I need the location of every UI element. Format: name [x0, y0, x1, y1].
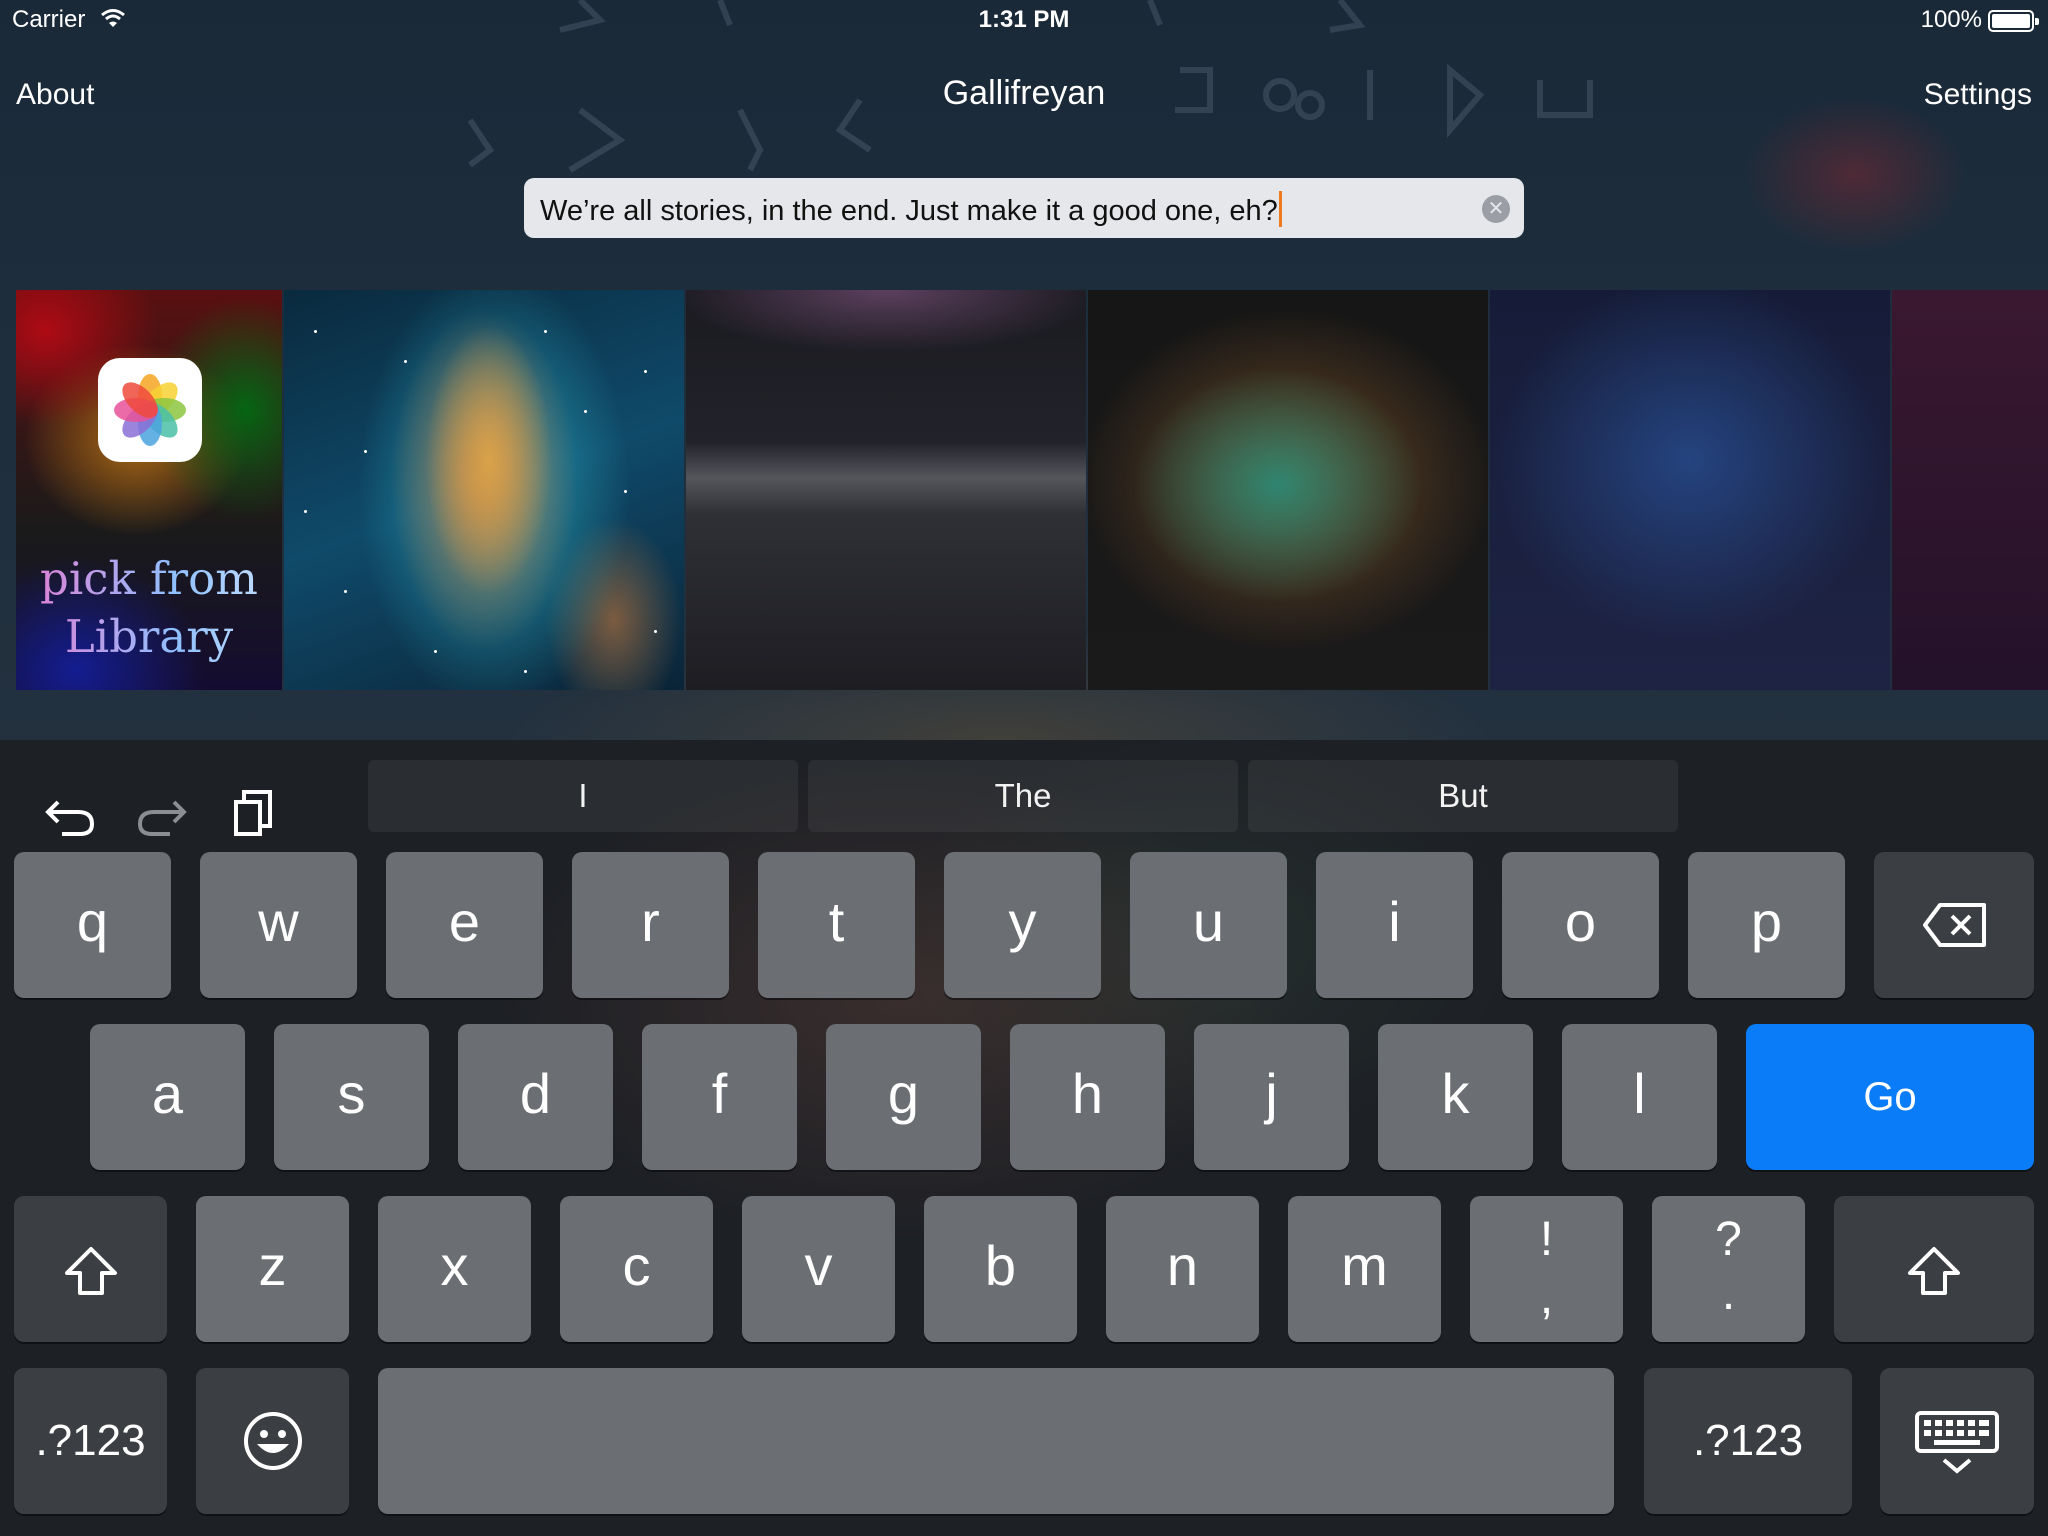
keyboard-dismiss-icon	[1915, 1411, 1999, 1474]
undo-icon[interactable]	[40, 780, 100, 840]
page-title: Gallifreyan	[942, 74, 1106, 112]
suggestion-2[interactable]: The	[808, 760, 1238, 832]
background-gallery: pick from Library	[16, 290, 2048, 690]
library-label: pick from Library	[16, 550, 282, 666]
key-c[interactable]: c	[560, 1196, 713, 1342]
key-b[interactable]: b	[924, 1196, 1077, 1342]
key-w[interactable]: w	[200, 852, 357, 998]
horizon-background-thumbnail[interactable]	[686, 290, 1086, 690]
key-a[interactable]: a	[90, 1024, 245, 1170]
delete-key[interactable]	[1874, 852, 2034, 998]
key-i[interactable]: i	[1316, 852, 1473, 998]
battery-percentage: 100%	[1920, 6, 1982, 33]
library-label-line2: Library	[64, 610, 234, 663]
suggestion-3[interactable]: But	[1248, 760, 1678, 832]
dismiss-keyboard-key[interactable]	[1880, 1368, 2034, 1514]
key-period-bottom: .	[1721, 1267, 1736, 1320]
key-d[interactable]: d	[458, 1024, 613, 1170]
key-p[interactable]: p	[1688, 852, 1845, 998]
key-v[interactable]: v	[742, 1196, 895, 1342]
key-exclamation-top: !	[1539, 1213, 1554, 1266]
numbers-mode-key-left[interactable]: .?123	[14, 1368, 167, 1514]
shift-key-right[interactable]	[1834, 1196, 2034, 1342]
redo-icon[interactable]	[132, 780, 192, 840]
emoji-icon	[244, 1412, 302, 1470]
shift-icon	[1908, 1247, 1960, 1295]
space-bar[interactable]	[378, 1368, 1614, 1514]
nebula-background-thumbnail[interactable]	[284, 290, 684, 690]
key-r[interactable]: r	[572, 852, 729, 998]
shift-icon	[65, 1247, 117, 1295]
key-m[interactable]: m	[1288, 1196, 1441, 1342]
clock: 1:31 PM	[978, 6, 1070, 33]
suggestion-1[interactable]: I	[368, 760, 798, 832]
key-n[interactable]: n	[1106, 1196, 1259, 1342]
emoji-key[interactable]	[196, 1368, 349, 1514]
key-t[interactable]: t	[758, 852, 915, 998]
key-comma-bottom: ,	[1539, 1271, 1554, 1324]
key-u[interactable]: u	[1130, 852, 1287, 998]
key-g[interactable]: g	[826, 1024, 981, 1170]
key-l[interactable]: l	[1562, 1024, 1717, 1170]
phrase-input[interactable]: We’re all stories, in the end. Just make…	[524, 178, 1524, 238]
key-h[interactable]: h	[1010, 1024, 1165, 1170]
backspace-icon	[1923, 903, 1986, 947]
status-bar: Carrier 1:31 PM 100%	[0, 0, 2048, 40]
key-x[interactable]: x	[378, 1196, 531, 1342]
purple-background-thumbnail[interactable]	[1892, 290, 2048, 690]
key-q[interactable]: q	[14, 852, 171, 998]
shift-key-left[interactable]	[14, 1196, 167, 1342]
photos-app-icon	[98, 358, 202, 462]
phrase-input-text: We’re all stories, in the end. Just make…	[540, 191, 1282, 228]
numbers-mode-key-right[interactable]: .?123	[1644, 1368, 1852, 1514]
key-o[interactable]: o	[1502, 852, 1659, 998]
key-s[interactable]: s	[274, 1024, 429, 1170]
key-z[interactable]: z	[196, 1196, 349, 1342]
pick-from-library-tile[interactable]: pick from Library	[16, 290, 282, 690]
paste-icon[interactable]	[224, 780, 284, 840]
go-button[interactable]: Go	[1746, 1024, 2034, 1170]
phrase-value: We’re all stories, in the end. Just make…	[540, 195, 1278, 227]
key-e[interactable]: e	[386, 852, 543, 998]
text-caret	[1278, 191, 1282, 227]
green-glow-background-thumbnail[interactable]	[1088, 290, 1488, 690]
onscreen-keyboard: I The But q w e r t y u i o p a s d f g …	[0, 740, 2048, 1536]
key-y[interactable]: y	[944, 852, 1101, 998]
key-k[interactable]: k	[1378, 1024, 1533, 1170]
settings-button[interactable]: Settings	[1924, 78, 2032, 112]
blue-space-background-thumbnail[interactable]	[1490, 290, 1890, 690]
battery-icon	[1988, 10, 2039, 32]
key-question-top: ?	[1715, 1213, 1742, 1266]
key-j[interactable]: j	[1194, 1024, 1349, 1170]
clear-icon[interactable]: ✕	[1482, 195, 1510, 223]
key-exclamation-comma[interactable]: ! ,	[1470, 1196, 1623, 1342]
key-f[interactable]: f	[642, 1024, 797, 1170]
key-question-period[interactable]: ? .	[1652, 1196, 1805, 1342]
library-label-line1: pick from	[40, 552, 258, 605]
